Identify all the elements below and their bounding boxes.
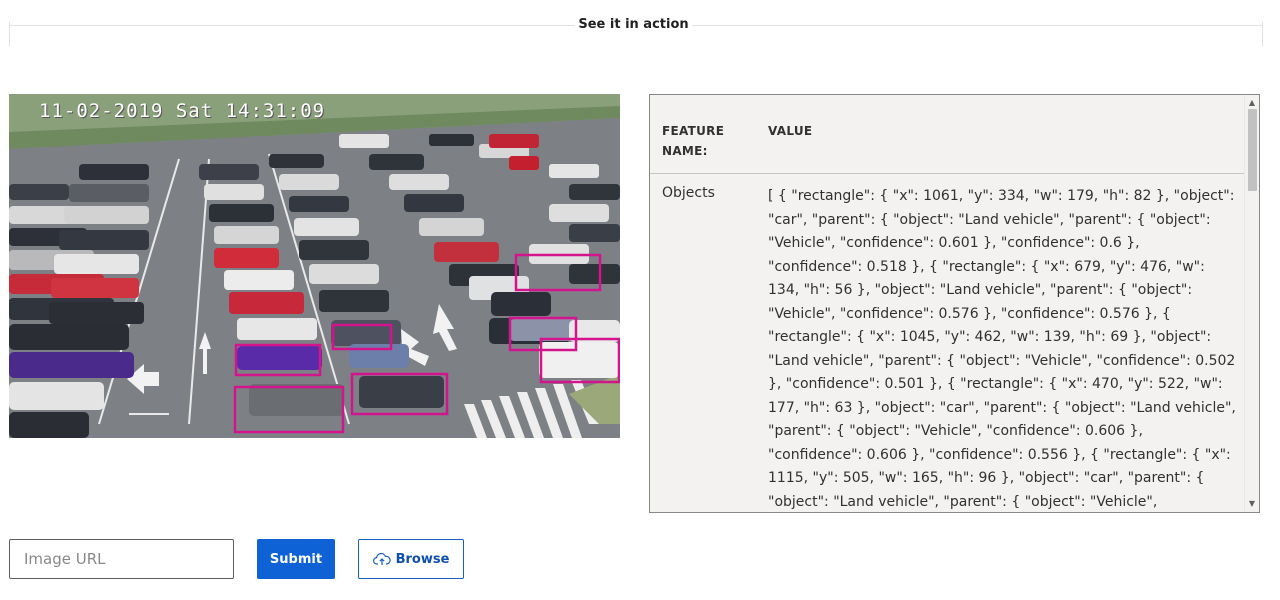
results-scroll-area[interactable]: FEATURE NAME: VALUE Objects [ { "rectang… [650, 95, 1245, 512]
scroll-thumb[interactable] [1248, 109, 1257, 191]
results-table: FEATURE NAME: VALUE Objects [ { "rectang… [649, 94, 1260, 513]
header-divider [10, 25, 575, 26]
browse-button[interactable]: Browse [358, 539, 464, 579]
value-header: VALUE [768, 124, 813, 138]
section-header: See it in action [9, 17, 1263, 46]
sample-image: 11-02-2019 Sat 14:31:09 [9, 94, 620, 438]
section-title: See it in action [578, 17, 689, 32]
cloud-upload-icon [372, 551, 391, 567]
feature-name-cell: Objects [662, 185, 715, 201]
feature-value-cell: [ { "rectangle": { "x": 1061, "y": 334, … [768, 188, 1236, 510]
parking-lot-photo [9, 94, 620, 438]
table-header: FEATURE NAME: VALUE [650, 95, 1245, 174]
browse-label: Browse [395, 551, 450, 567]
feature-name-header: FEATURE NAME: [662, 124, 725, 158]
scroll-down-icon[interactable]: ▼ [1245, 498, 1259, 510]
scroll-up-icon[interactable]: ▲ [1245, 97, 1259, 109]
vertical-scrollbar[interactable]: ▲ ▼ [1244, 95, 1259, 512]
camera-timestamp: 11-02-2019 Sat 14:31:09 [39, 100, 326, 122]
submit-button[interactable]: Submit [257, 539, 335, 579]
image-url-input[interactable] [9, 539, 234, 579]
header-divider [692, 25, 1262, 26]
